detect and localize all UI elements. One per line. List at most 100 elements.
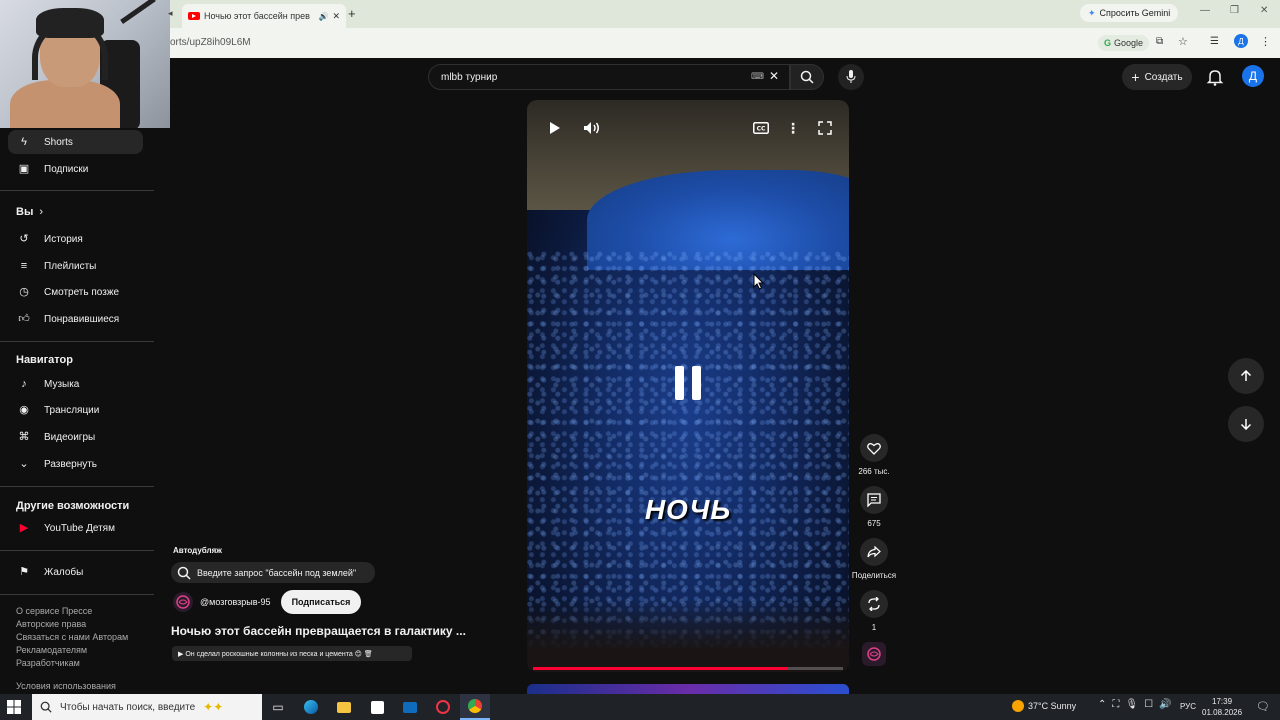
sidebar-item-label: Плейлисты [44, 260, 97, 272]
volume-button[interactable] [582, 118, 602, 138]
webcam-overlay [0, 0, 170, 128]
sidebar-you-header[interactable]: Вы › [16, 206, 43, 218]
sidebar-item-live[interactable]: ◉ Трансляции [8, 398, 143, 422]
channel-name[interactable]: @мозговзрыв-95 [200, 597, 271, 607]
clear-search-icon[interactable]: ✕ [769, 69, 779, 83]
footer-link-contact[interactable]: Связаться с нами Авторам [16, 631, 128, 644]
watch-later-icon: ◷ [19, 286, 29, 298]
footer-link-advertisers[interactable]: Рекламодателям [16, 644, 128, 657]
remix-button[interactable] [860, 590, 888, 618]
sidebar-item-gaming[interactable]: ⌘ Видеоигры [8, 425, 143, 449]
footer-link-about[interactable]: О сервисе Прессе [16, 605, 128, 618]
share-button[interactable] [860, 538, 888, 566]
video-progress-bar[interactable] [533, 667, 843, 670]
gemini-label: Спросить Gemini [1099, 8, 1171, 18]
footer-link-copyright[interactable]: Авторские права [16, 618, 128, 631]
more-options-button[interactable]: ⋮ [783, 118, 803, 138]
footer-link-developers[interactable]: Разработчикам [16, 657, 128, 670]
search-suggestion-chip[interactable]: Введите запрос "бассейн под землей" [171, 562, 375, 583]
file-explorer-icon[interactable] [334, 697, 354, 717]
windows-start-icon[interactable] [6, 699, 22, 715]
comments-button[interactable] [860, 486, 888, 514]
sidebar-item-label: Понравившиеся [44, 313, 120, 325]
taskbar-weather[interactable]: 37°C Sunny [1012, 700, 1076, 712]
edge-browser-icon[interactable] [301, 697, 321, 717]
sidebar-item-reports[interactable]: ⚑ Жалобы [8, 560, 143, 584]
sidebar-item-label: Развернуть [44, 458, 98, 470]
tab-close-icon[interactable]: ✕ [332, 11, 340, 22]
fullscreen-button[interactable] [815, 118, 835, 138]
notifications-icon[interactable]: 🗨 [1256, 700, 1270, 713]
captions-button[interactable]: CC [751, 118, 771, 138]
tab-scroll-left-icon[interactable]: ◂ [168, 8, 173, 19]
fullscreen-icon [818, 121, 832, 135]
sidebar-footer-links[interactable]: О сервисе Прессе Авторские права Связать… [16, 605, 128, 670]
install-icon[interactable]: ⧉ [1156, 36, 1163, 47]
sidebar-item-label: Подписки [44, 163, 89, 175]
create-button[interactable]: + Создать [1122, 64, 1192, 90]
sidebar-item-playlists[interactable]: ≡ Плейлисты [8, 254, 143, 278]
microphone-icon [846, 70, 856, 83]
sidebar-item-expand[interactable]: ⌄ Развернуть [8, 452, 143, 476]
microsoft-store-icon[interactable] [367, 697, 387, 717]
input-language[interactable]: РУС [1180, 702, 1196, 711]
search-button[interactable] [790, 64, 824, 90]
video-caption-text: НОЧЬ [644, 494, 732, 525]
like-button[interactable] [860, 434, 888, 462]
google-lens-chip[interactable]: G Google [1098, 35, 1150, 51]
previous-short-button[interactable] [1228, 358, 1264, 394]
browser-profile-avatar[interactable]: Д [1234, 34, 1248, 48]
video-title[interactable]: Ночью этот бассейн превращается в галакт… [171, 624, 466, 638]
sidebar-item-shorts[interactable]: ϟ Shorts [8, 130, 143, 154]
chrome-browser-icon[interactable] [460, 694, 490, 720]
comment-icon [867, 493, 881, 507]
pause-overlay-icon[interactable] [670, 366, 706, 406]
app-red-icon[interactable] [433, 697, 453, 717]
url-field[interactable]: orts/upZ8ih09L6M [170, 37, 251, 48]
speaker-icon[interactable]: 🔊 [318, 12, 328, 21]
restore-icon[interactable]: ❐ [1230, 5, 1239, 16]
subscribe-button[interactable]: Подписаться [281, 590, 361, 614]
sidebar-item-youtube-kids[interactable]: ▶ YouTube Детям [8, 516, 143, 540]
history-icon: ↺ [19, 233, 29, 245]
sidebar-item-music[interactable]: ♪ Музыка [8, 372, 143, 396]
avatar[interactable]: Д [1242, 65, 1264, 87]
share-label: Поделиться [851, 571, 897, 580]
sidebar-item-liked[interactable]: 👍︎ Понравившиеся [8, 307, 143, 331]
video-frame-shadow [527, 600, 849, 672]
minimize-icon[interactable]: — [1200, 5, 1210, 16]
new-tab-icon[interactable]: + [348, 6, 356, 21]
next-short-button[interactable] [1228, 406, 1264, 442]
gemini-button[interactable]: ✦ Спросить Gemini [1080, 4, 1179, 22]
system-tray-icons[interactable]: ⌃⛶🎙☐🔊 [1098, 699, 1178, 710]
voice-search-button[interactable] [838, 64, 864, 90]
taskbar-clock[interactable]: 17:39 01.08.2026 [1202, 696, 1242, 718]
keyboard-icon[interactable]: ⌨ [751, 71, 764, 82]
you-header-label: Вы [16, 206, 34, 218]
bookmark-star-icon[interactable]: ☆ [1178, 35, 1188, 48]
browser-tab-bar: ◂ Ночью этот бассейн прев 🔊 ✕ + ✦ Спроси… [168, 0, 1280, 28]
sound-source-button[interactable] [862, 642, 886, 666]
sidebar-item-watch-later[interactable]: ◷ Смотреть позже [8, 280, 143, 304]
google-g-icon: G [1104, 38, 1112, 48]
description-chip[interactable]: ▶ Он сделал роскошные колонны из песка и… [172, 646, 412, 661]
play-button[interactable] [544, 118, 564, 138]
window-close-icon[interactable]: ✕ [1260, 5, 1268, 16]
browser-tab[interactable]: Ночью этот бассейн прев 🔊 ✕ [182, 4, 346, 28]
sidebar-item-subscriptions[interactable]: ▣ Подписки [8, 157, 143, 181]
heart-icon [867, 442, 881, 455]
taskbar-search-box[interactable]: Чтобы начать поиск, введите ✦✦ [32, 694, 262, 720]
search-input[interactable]: mlbb турнир ⌨ ✕ [428, 64, 790, 90]
sidebar-item-history[interactable]: ↺ История [8, 227, 143, 251]
browser-menu-icon[interactable]: ⋮ [1260, 35, 1271, 48]
channel-avatar[interactable] [173, 592, 193, 612]
sidebar-item-label: Музыка [44, 378, 80, 390]
chevron-down-icon: ⌄ [19, 458, 29, 470]
mail-icon[interactable] [400, 697, 420, 717]
task-view-icon[interactable]: ▭ [268, 697, 288, 717]
next-short-preview[interactable] [527, 684, 849, 694]
notifications-button[interactable] [1204, 66, 1226, 88]
footer-link-terms[interactable]: Условия использования [16, 680, 116, 693]
flag-icon: ⚑ [19, 566, 29, 578]
reading-list-icon[interactable]: ☰ [1210, 36, 1219, 47]
